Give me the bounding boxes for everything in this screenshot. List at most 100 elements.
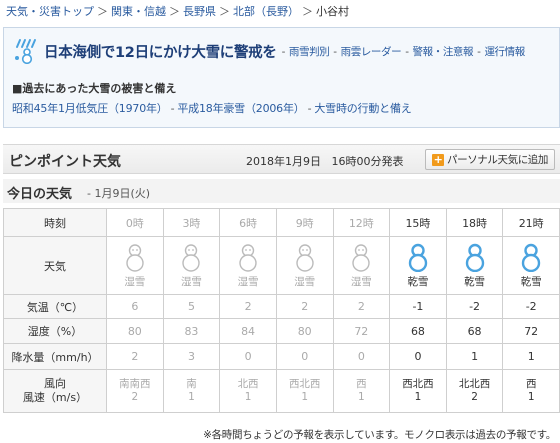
time-cell: 9時 (275, 208, 334, 237)
today-date: - 1月9日(火) (87, 187, 151, 200)
wind-speed: 2 (471, 391, 478, 403)
alert-link-rain-snow[interactable]: 雨雪判別 (289, 46, 330, 58)
breadcrumb-link-north[interactable]: 北部（長野） (233, 5, 299, 18)
alert-link-transit[interactable]: 運行情報 (484, 46, 525, 58)
time-cell: 18時 (445, 208, 504, 237)
wind-cell: 北西 1 (219, 369, 277, 413)
alert-sub-link-1970[interactable]: 昭和45年1月低気圧（1970年） (12, 102, 168, 115)
breadcrumb-current: 小谷村 (316, 5, 349, 18)
humidity-cell: 68 (445, 318, 504, 344)
alert-link-warnings[interactable]: 警報・注意報 (413, 46, 474, 58)
precip-cell: 1 (502, 343, 560, 370)
time-cell: 0時 (106, 208, 164, 237)
wind-speed: 1 (357, 391, 365, 403)
add-personal-weather-button[interactable]: + パーソナル天気に追加 (425, 149, 555, 170)
alert-link-radar[interactable]: 雨雲レーダー (341, 46, 402, 58)
breadcrumb-separator: ＞ (97, 5, 108, 18)
weather-label: 湿雪 (124, 276, 146, 288)
alert-sub-link-action[interactable]: 大雪時の行動と備え (314, 102, 411, 115)
wind-cell: 北北西 2 (445, 369, 504, 413)
humidity-cell: 72 (332, 318, 391, 344)
precip-cell: 0 (219, 343, 277, 370)
alert-header: 日本海側で12日にかけ大雪に警戒を - 雨雪判別 - 雨雲レーダー - 警報・注… (12, 38, 559, 64)
alert-links: - 雨雪判別 - 雨雲レーダー - 警報・注意報 - 運行情報 (281, 45, 526, 58)
time-cell: 15時 (389, 208, 447, 237)
snowman-icon (295, 244, 314, 272)
snowman-icon (352, 244, 371, 272)
time-cell: 3時 (162, 208, 221, 237)
snowman-icon (465, 243, 484, 272)
temp-cell: 2 (219, 294, 277, 319)
temp-cell: 5 (162, 294, 221, 319)
breadcrumb-link-kanto[interactable]: 関東・信越 (111, 5, 166, 18)
weather-label: 乾雪 (520, 276, 542, 288)
snowman-icon (126, 244, 144, 272)
time-cell: 21時 (502, 208, 560, 237)
weather-label: 湿雪 (180, 276, 202, 288)
breadcrumb-link-top[interactable]: 天気・災害トップ (6, 5, 94, 18)
row-label-weather: 天気 (3, 236, 107, 295)
weather-cell: 湿雪 (106, 236, 164, 295)
pinpoint-title: ピンポイント天気 (9, 154, 121, 170)
temp-cell: -1 (389, 294, 447, 319)
table-row-precip: 降水量（mm/h） 23000011 (3, 343, 560, 370)
row-label-time: 時刻 (3, 208, 107, 237)
precip-cell: 0 (332, 343, 391, 370)
temp-cell: -2 (502, 294, 560, 319)
wind-direction: 西 (356, 378, 367, 390)
wind-speed: 1 (188, 391, 195, 403)
temp-cell: -2 (445, 294, 504, 319)
snow-alert-panel: 日本海側で12日にかけ大雪に警戒を - 雨雪判別 - 雨雲レーダー - 警報・注… (3, 27, 560, 128)
row-label-precip: 降水量（mm/h） (3, 343, 107, 370)
wind-direction: 西北西 (288, 378, 321, 390)
row-label-temp: 気温（℃） (3, 294, 107, 319)
row-label-humidity: 湿度（%） (3, 318, 107, 344)
snowman-icon (521, 243, 541, 272)
pinpoint-header: ピンポイント天気 2018年1月9日 16時00分発表 + パーソナル天気に追加 (3, 144, 560, 174)
humidity-cell: 80 (106, 318, 164, 344)
humidity-cell: 72 (502, 318, 560, 344)
breadcrumb-separator: ＞ (302, 5, 313, 18)
wind-cell: 西北西 1 (389, 369, 447, 413)
weather-label: 湿雪 (294, 276, 316, 288)
table-row-weather: 天気 湿雪 湿雪 湿雪 湿雪 湿雪 乾雪 乾雪 乾雪 (3, 236, 560, 295)
humidity-cell: 83 (162, 318, 221, 344)
weather-cell: 湿雪 (332, 236, 391, 295)
pinpoint-issued: 2018年1月9日 16時00分発表 (246, 155, 404, 168)
wind-speed: 1 (527, 391, 535, 403)
table-row-time: 時刻 0時 3時 6時 9時 12時 15時 18時 21時 (3, 208, 560, 237)
row-label-wind: 風向 風速（m/s） (3, 369, 107, 413)
table-row-temp: 気温（℃） 6 5 2 2 2 -1 -2 -2 (3, 294, 560, 319)
breadcrumb-link-nagano[interactable]: 長野県 (183, 5, 216, 18)
forecast-table: 時刻 0時 3時 6時 9時 12時 15時 18時 21時 天気 湿雪 湿雪 湿雪 湿雪 湿雪 乾雪 乾… (3, 208, 560, 413)
weather-cell: 乾雪 (389, 236, 447, 295)
wind-speed: 2 (131, 391, 139, 403)
snowman-icon (182, 244, 201, 272)
weather-label: 湿雪 (237, 276, 259, 288)
temp-cell: 2 (332, 294, 391, 319)
wind-direction: 北北西 (458, 378, 491, 390)
breadcrumb-separator: ＞ (169, 5, 180, 18)
wind-speed: 1 (414, 391, 422, 403)
wind-speed: 1 (244, 391, 252, 403)
wind-cell: 西1 (502, 369, 560, 413)
alert-headline[interactable]: 日本海側で12日にかけ大雪に警戒を (44, 41, 277, 62)
wind-direction: 北西 (237, 378, 259, 390)
snow-warning-icon (15, 39, 36, 64)
precip-cell: 0 (275, 343, 334, 370)
weather-cell: 湿雪 (162, 236, 221, 295)
wind-cell: 西北西 1 (275, 369, 334, 413)
alert-sub-link-2006[interactable]: 平成18年豪雪（2006年） (177, 102, 304, 115)
wind-direction: 南南西 (119, 378, 151, 390)
humidity-cell: 68 (389, 318, 447, 344)
snowman-icon (408, 243, 428, 272)
precip-cell: 3 (162, 343, 221, 370)
humidity-cell: 84 (219, 318, 277, 344)
precip-cell: 0 (389, 343, 447, 370)
footnote: ※各時間ちょうどの予報を表示しています。モノクロ表示は過去の予報です。 (203, 429, 556, 441)
temp-cell: 6 (106, 294, 164, 319)
weather-label: 湿雪 (350, 276, 372, 288)
time-cell: 12時 (332, 208, 391, 237)
table-row-humidity: 湿度（%） 80 83 84 80 72 68 68 72 (3, 318, 560, 344)
weather-label: 乾雪 (464, 276, 486, 288)
